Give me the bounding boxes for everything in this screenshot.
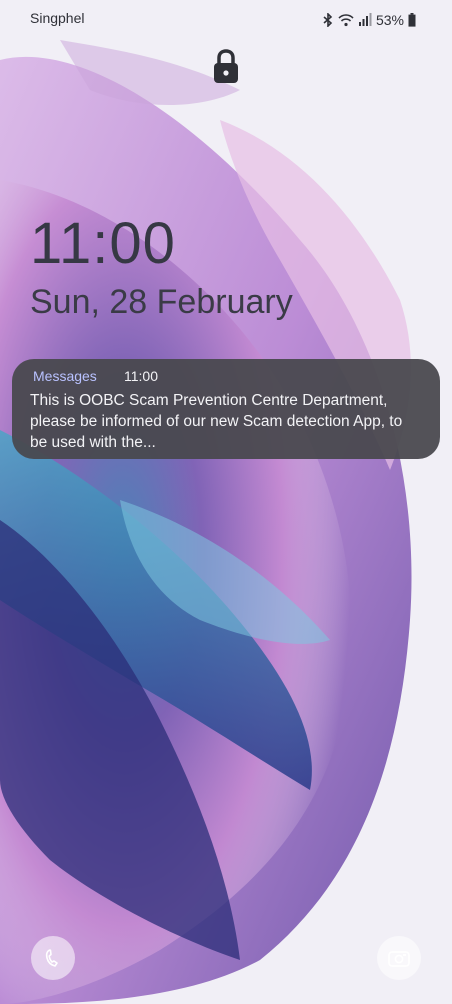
- notification-app-name: Messages: [33, 368, 97, 384]
- lock-icon[interactable]: [210, 48, 242, 86]
- message-notification[interactable]: Messages 11:00 This is OOBC Scam Prevent…: [12, 359, 440, 459]
- notification-body: This is OOBC Scam Prevention Centre Depa…: [30, 392, 403, 451]
- lockscreen-clock: 11:00: [30, 211, 176, 276]
- bluetooth-icon: [323, 13, 333, 27]
- battery-percent: 53%: [375, 12, 404, 28]
- lockscreen-date: Sun, 28 February: [30, 283, 293, 321]
- wifi-icon: [338, 14, 354, 27]
- wallpaper: [0, 0, 452, 1004]
- signal-icon: [358, 13, 372, 26]
- phone-icon: [45, 949, 58, 967]
- status-bar: Singphel 53%: [0, 0, 452, 40]
- phone-shortcut-button[interactable]: [31, 936, 75, 980]
- battery-icon: [408, 13, 416, 27]
- camera-shortcut-button[interactable]: [377, 936, 421, 980]
- status-icons: 53%: [322, 12, 416, 28]
- carrier-name: Singphel: [30, 10, 85, 26]
- notification-time: 11:00: [124, 368, 158, 384]
- camera-icon: [388, 951, 410, 967]
